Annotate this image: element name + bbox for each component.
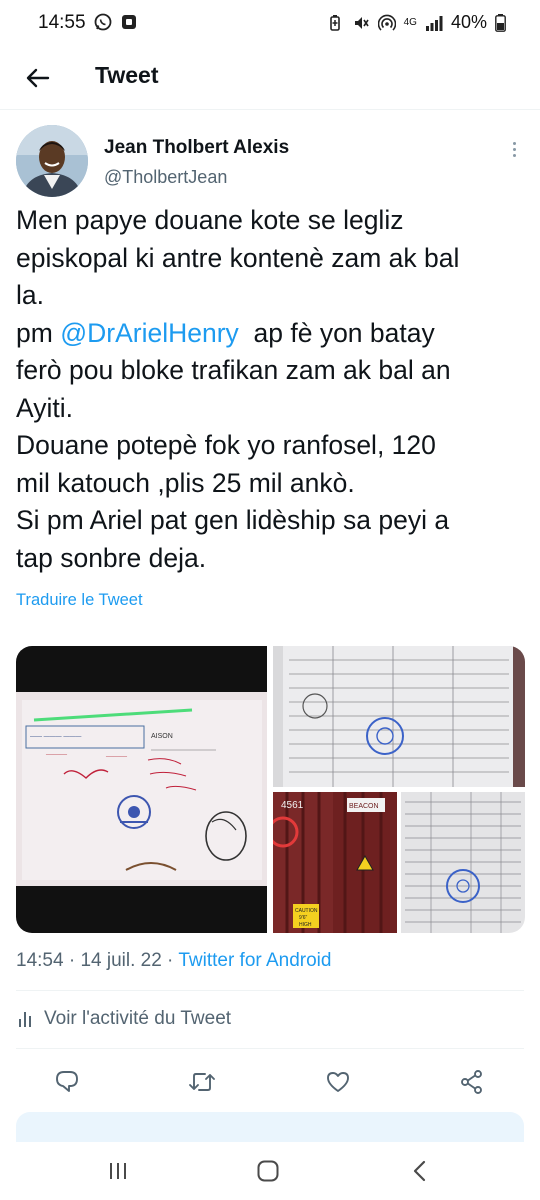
battery-percent: 40% — [450, 12, 487, 32]
tweet-photo-3[interactable]: 4561 BEACON CAUTION 9'6" HIGH — [273, 792, 397, 933]
translate-tweet-link[interactable]: Traduire le Tweet — [16, 591, 143, 610]
photo-3-brand: BEACON — [349, 803, 379, 810]
tweet-text-pm: pm — [16, 317, 53, 348]
retweet-button[interactable] — [182, 1062, 222, 1102]
tweet-photo-2[interactable] — [273, 646, 525, 787]
tweet-photo-1[interactable]: —— ——— ——— ——— ——— AISON — [16, 646, 267, 933]
share-button[interactable] — [452, 1062, 492, 1102]
home-button[interactable] — [248, 1154, 288, 1188]
hotspot-icon — [377, 14, 396, 31]
analytics-icon — [19, 1012, 31, 1027]
page-title: Tweet — [95, 62, 159, 88]
tweet-text-after-mention: ap fè yon batay — [253, 317, 435, 348]
tweet-actions — [0, 1062, 540, 1102]
tweet-line: Si pm Ariel pat gen lidèship sa peyi a — [16, 505, 450, 535]
mute-icon — [354, 16, 369, 29]
svg-text:—— ——— ———: —— ——— ——— — [30, 734, 81, 740]
tweet-line-with-mention: pm @DrArielHenry ap fè yon batay — [16, 315, 531, 353]
photo-3-caution: CAUTION — [295, 908, 318, 914]
retweet-icon — [189, 1073, 215, 1091]
divider — [16, 1048, 524, 1049]
tweet-timestamp: 14:54 · 14 juil. 22 · Twitter for Androi… — [16, 950, 332, 971]
tweet-line: episkopal ki antre kontenè zam ak bal — [16, 242, 460, 273]
more-dots-icon — [512, 141, 516, 145]
tweet-author: Jean Tholbert Alexis @TholbertJean — [16, 125, 524, 201]
tweet-line: tap sonbre deja. — [16, 542, 207, 573]
tweet-date: 14 juil. 22 — [80, 950, 162, 971]
system-nav-bar — [0, 1142, 540, 1200]
tweet-line: Men papye douane kote se legliz — [16, 205, 404, 235]
tweet-line: ferò pou bloke trafikan zam ak bal an — [16, 355, 451, 385]
photo-3-high: HIGH — [299, 922, 312, 928]
tweet-line: mil katouch ,plis 25 mil ankò. — [16, 467, 355, 498]
tweet-photo-4[interactable] — [401, 792, 525, 933]
system-back-button[interactable] — [400, 1154, 440, 1188]
tweet-line: Douane potepè fok yo ranfosel, 120 — [16, 430, 436, 460]
tweet-line: la. — [16, 280, 44, 310]
arrow-left-icon — [26, 68, 50, 88]
heart-icon — [327, 1072, 349, 1092]
app-header: Tweet — [0, 46, 540, 110]
status-time: 14:55 — [38, 12, 86, 33]
back-button[interactable] — [20, 60, 56, 96]
author-name[interactable]: Jean Tholbert Alexis — [104, 137, 289, 159]
client-link[interactable]: Twitter for Android — [178, 950, 331, 971]
reply-icon — [56, 1071, 78, 1092]
media-grid: —— ——— ——— ——— ——— AISON 4561 BEACON CAU… — [16, 646, 525, 933]
photo-1-stamp-text: AISON — [151, 733, 173, 740]
share-icon — [461, 1070, 482, 1094]
more-options-button[interactable] — [504, 137, 524, 161]
reply-button[interactable] — [47, 1062, 87, 1102]
tweet-time: 14:54 — [16, 950, 64, 971]
avatar[interactable] — [16, 125, 88, 197]
status-bar: 14:55 4G 40% — [0, 0, 540, 46]
svg-text:———: ——— — [105, 752, 128, 760]
author-handle[interactable]: @TholbertJean — [104, 167, 227, 188]
app-notification-icon — [122, 15, 136, 29]
battery-saver-icon — [329, 14, 340, 31]
whatsapp-icon — [94, 13, 112, 31]
reply-composer[interactable] — [16, 1112, 524, 1142]
tweet-line: Ayiti. — [16, 392, 73, 423]
signal-icon — [425, 15, 443, 31]
tweet-activity-link[interactable]: Voir l'activité du Tweet — [18, 1008, 231, 1030]
recents-button[interactable] — [98, 1154, 138, 1188]
recents-icon — [110, 1163, 126, 1179]
battery-icon — [495, 13, 506, 32]
photo-3-container-number: 4561 — [281, 800, 304, 811]
photo-3-height: 9'6" — [299, 915, 308, 921]
divider — [16, 990, 524, 991]
network-type: 4G — [403, 16, 417, 28]
mention-link[interactable]: @DrArielHenry — [60, 318, 239, 348]
tweet-text: Men papye douane kote se legliz episkopa… — [16, 202, 531, 577]
svg-text:———: ——— — [45, 750, 68, 758]
back-chevron-icon — [413, 1160, 426, 1182]
activity-label: Voir l'activité du Tweet — [44, 1008, 232, 1029]
like-button[interactable] — [318, 1062, 358, 1102]
home-icon — [257, 1160, 279, 1182]
